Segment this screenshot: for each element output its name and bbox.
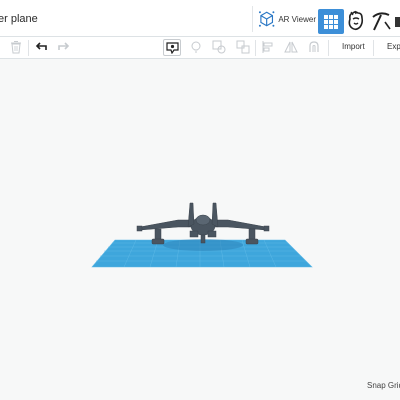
- import-button[interactable]: Import: [342, 42, 365, 51]
- export-button[interactable]: Expo: [387, 42, 400, 51]
- bricks-view-button[interactable]: [370, 10, 392, 32]
- delete-button[interactable]: [9, 40, 23, 54]
- top-header-bar: er plane AR Viewer: [0, 0, 400, 37]
- group-icon: [212, 40, 226, 54]
- align-button[interactable]: [261, 40, 275, 54]
- cube-icon: [258, 11, 275, 27]
- group-button[interactable]: [212, 40, 226, 54]
- 3d-design-view-button[interactable]: [318, 9, 344, 34]
- airplane-model[interactable]: [136, 202, 270, 245]
- document-title[interactable]: er plane: [0, 13, 38, 25]
- ar-viewer-button[interactable]: AR Viewer: [252, 6, 316, 32]
- trash-icon: [11, 41, 21, 54]
- ar-viewer-label: AR Viewer: [278, 14, 316, 24]
- blocks-view-button[interactable]: [346, 10, 366, 32]
- 3d-viewport[interactable]: [0, 59, 400, 400]
- viewport-scene: [91, 202, 313, 268]
- cruise-button[interactable]: [307, 40, 321, 54]
- undo-button[interactable]: [34, 40, 48, 54]
- ungroup-button[interactable]: [236, 40, 250, 54]
- edit-toolbar: Import Expo: [0, 37, 400, 59]
- speech-bubble-icon: [165, 41, 179, 54]
- magnet-icon: [309, 41, 319, 52]
- redo-button[interactable]: [57, 40, 71, 54]
- toolbar-divider: [28, 40, 29, 56]
- toolbar-divider: [373, 40, 374, 56]
- toolbar-divider: [328, 40, 329, 56]
- show-all-button[interactable]: [189, 40, 203, 54]
- mirror-button[interactable]: [284, 40, 298, 54]
- ungroup-icon: [236, 40, 250, 54]
- redo-icon: [58, 42, 70, 50]
- snap-grid-control[interactable]: Snap Grid: [367, 381, 400, 390]
- mirror-icon: [284, 41, 298, 53]
- truncated-icon[interactable]: [395, 17, 400, 27]
- grid-icon: [324, 14, 338, 29]
- lightbulb-icon: [191, 41, 201, 53]
- pickaxe-icon: [372, 12, 391, 31]
- undo-icon: [35, 42, 47, 50]
- align-icon: [262, 41, 273, 53]
- notes-tool-button[interactable]: [163, 39, 181, 56]
- tinker-hand-icon: [348, 10, 364, 31]
- toolbar-divider: [255, 40, 256, 56]
